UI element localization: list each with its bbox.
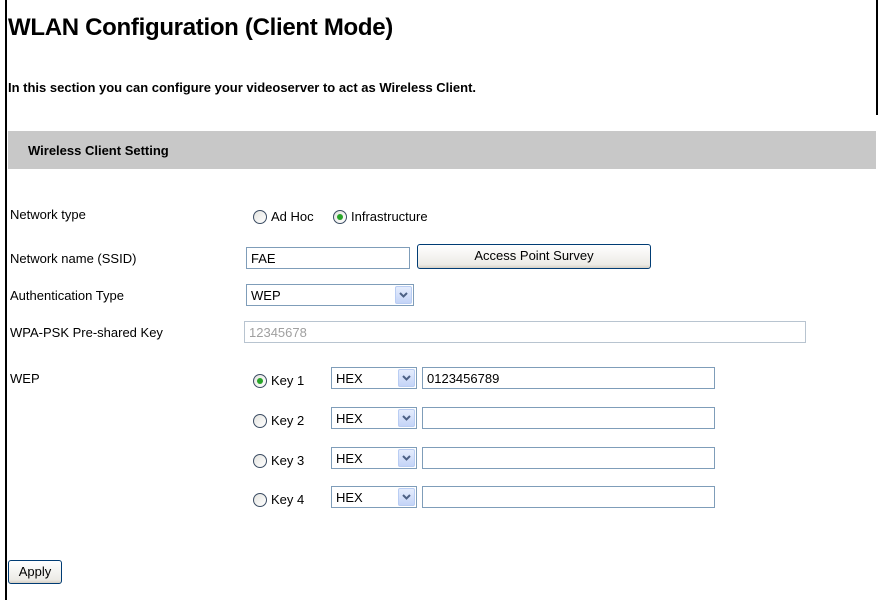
ssid-label: Network name (SSID): [10, 251, 137, 266]
wep-key-1-radio[interactable]: [253, 374, 267, 388]
wep-key-3-format-select[interactable]: HEX: [331, 447, 417, 469]
radio-adhoc[interactable]: [253, 210, 267, 224]
wep-key-3-input[interactable]: [422, 447, 715, 469]
auth-type-value: WEP: [251, 288, 281, 303]
page-frame-left-border: [5, 0, 7, 600]
wep-label: WEP: [10, 371, 40, 386]
auth-type-select[interactable]: WEP: [246, 284, 414, 306]
radio-adhoc-label[interactable]: Ad Hoc: [271, 209, 314, 224]
network-type-label: Network type: [10, 207, 86, 222]
chevron-down-icon[interactable]: [395, 286, 412, 304]
radio-infrastructure[interactable]: [333, 210, 347, 224]
wep-key-1-format-select[interactable]: HEX: [331, 367, 417, 389]
wep-key-1-label[interactable]: Key 1: [271, 373, 304, 388]
section-header: Wireless Client Setting: [8, 131, 876, 169]
wep-key-2-input[interactable]: [422, 407, 715, 429]
wep-key-2-label[interactable]: Key 2: [271, 413, 304, 428]
wep-key-4-format-select[interactable]: HEX: [331, 486, 417, 508]
access-point-survey-button[interactable]: Access Point Survey: [417, 244, 651, 269]
wep-key-1-format-value: HEX: [336, 371, 363, 386]
page-title: WLAN Configuration (Client Mode): [8, 14, 393, 41]
apply-button[interactable]: Apply: [8, 560, 62, 584]
wep-key-2-format-value: HEX: [336, 411, 363, 426]
wpa-psk-label: WPA-PSK Pre-shared Key: [10, 325, 163, 340]
section-header-label: Wireless Client Setting: [28, 143, 169, 158]
wep-key-3-radio[interactable]: [253, 454, 267, 468]
wep-key-3-label[interactable]: Key 3: [271, 453, 304, 468]
page-intro: In this section you can configure your v…: [8, 80, 477, 95]
ssid-input[interactable]: FAE: [246, 247, 410, 269]
wep-key-3-format-value: HEX: [336, 451, 363, 466]
auth-type-label: Authentication Type: [10, 288, 124, 303]
wep-key-2-format-select[interactable]: HEX: [331, 407, 417, 429]
wpa-psk-input[interactable]: 12345678: [244, 321, 806, 343]
wep-key-4-radio[interactable]: [253, 493, 267, 507]
chevron-down-icon[interactable]: [398, 488, 415, 506]
chevron-down-icon[interactable]: [398, 409, 415, 427]
chevron-down-icon[interactable]: [398, 369, 415, 387]
wep-key-1-input[interactable]: 0123456789: [422, 367, 715, 389]
chevron-down-icon[interactable]: [398, 449, 415, 467]
wep-key-4-input[interactable]: [422, 486, 715, 508]
wep-key-2-radio[interactable]: [253, 414, 267, 428]
wep-key-4-format-value: HEX: [336, 490, 363, 505]
radio-infrastructure-label[interactable]: Infrastructure: [351, 209, 428, 224]
wep-key-4-label[interactable]: Key 4: [271, 492, 304, 507]
